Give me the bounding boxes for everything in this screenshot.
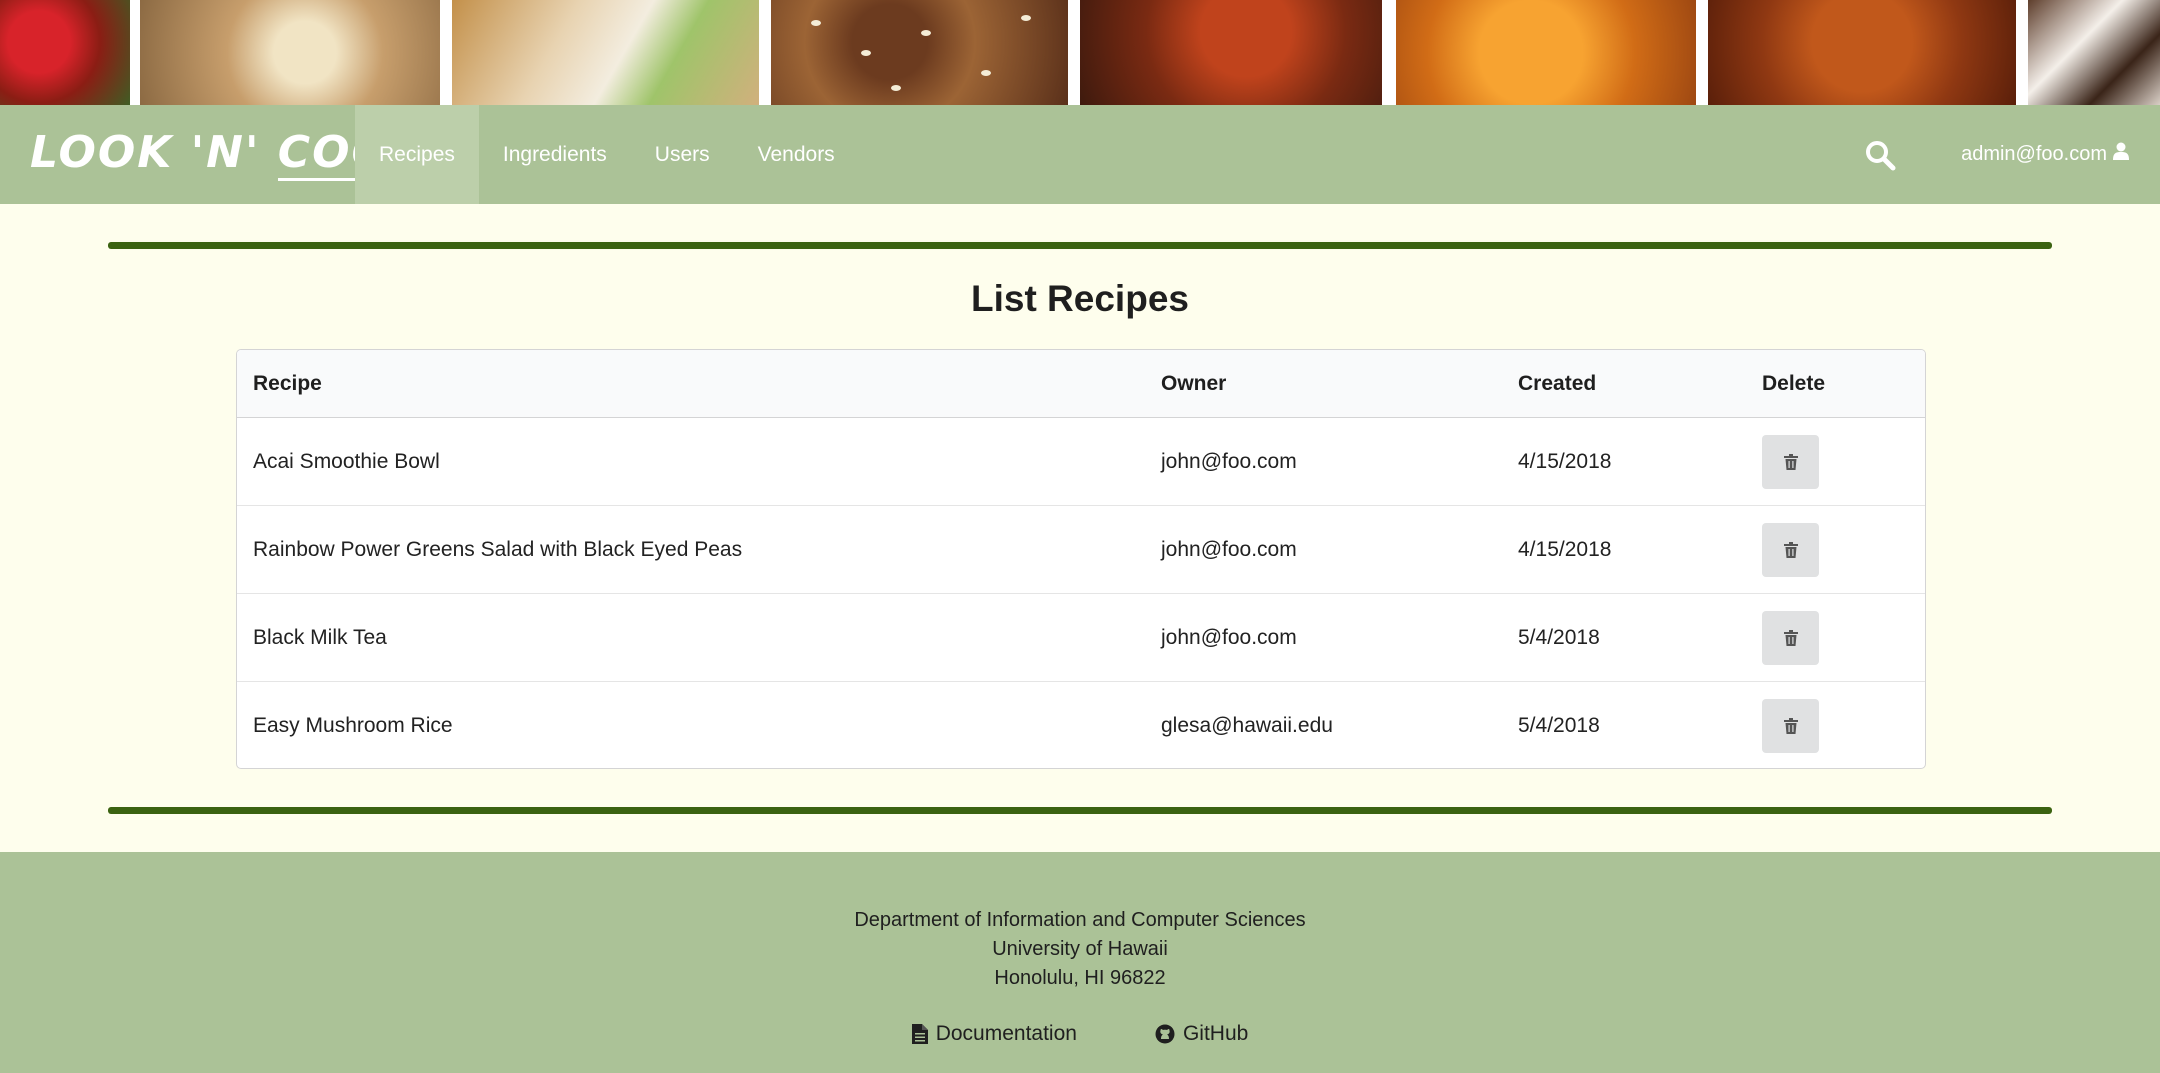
top-navbar: LOOK 'N' COOK Recipes Ingredients Users … [0, 105, 2160, 204]
divider-bottom [108, 807, 2052, 814]
table-row: Easy Mushroom Rice glesa@hawaii.edu 5/4/… [237, 682, 1925, 769]
table-row: Black Milk Tea john@foo.com 5/4/2018 [237, 593, 1925, 682]
footer-city: Honolulu, HI 96822 [994, 967, 1166, 989]
nav-ingredients[interactable]: Ingredients [479, 105, 631, 204]
user-email: admin@foo.com [1961, 143, 2107, 165]
table-row: Acai Smoothie Bowl john@foo.com 4/15/201… [237, 417, 1925, 506]
column-header-created: Created [1502, 350, 1746, 418]
column-header-owner: Owner [1145, 350, 1502, 418]
nav-recipes[interactable]: Recipes [355, 105, 479, 204]
banner-image-salad [452, 0, 759, 105]
banner-image-hazelnut [1080, 0, 1382, 105]
divider-top [108, 242, 2052, 249]
trash-icon [1783, 453, 1798, 470]
column-header-delete: Delete [1746, 350, 1925, 418]
recipe-created: 5/4/2018 [1518, 713, 1600, 737]
github-link[interactable]: GitHub [1155, 1022, 1248, 1046]
recipe-created: 4/15/2018 [1502, 417, 1746, 506]
recipes-table: Recipe Owner Created Delete Acai Smoothi… [236, 349, 1926, 769]
logo-text-look: LOOK [30, 127, 191, 178]
file-text-icon [911, 1024, 928, 1044]
recipe-owner: john@foo.com [1145, 593, 1502, 682]
recipe-name: Rainbow Power Greens Salad with Black Ey… [237, 505, 1145, 594]
footer-department: Department of Information and Computer S… [854, 909, 1306, 931]
delete-cell [1746, 417, 1925, 506]
main-nav: Recipes Ingredients Users Vendors [355, 105, 859, 204]
recipe-owner: john@foo.com [1145, 505, 1502, 594]
delete-button[interactable] [1762, 522, 1819, 577]
documentation-label: Documentation [935, 1022, 1077, 1045]
recipe-name: Easy Mushroom Rice [253, 713, 453, 737]
nav-users[interactable]: Users [631, 105, 734, 204]
search-icon[interactable] [1864, 139, 1896, 171]
column-header-recipe: Recipe [237, 350, 1145, 418]
banner-image-chocolate [2028, 0, 2160, 105]
nav-vendors[interactable]: Vendors [734, 105, 859, 204]
table-header-row: Recipe Owner Created Delete [237, 350, 1925, 418]
delete-cell [1746, 682, 1925, 769]
footer-university: University of Hawaii [992, 938, 1168, 960]
recipe-name: Acai Smoothie Bowl [237, 417, 1145, 506]
banner-image-stew [1708, 0, 2016, 105]
banner-image-peaches [1396, 0, 1696, 105]
page-title: List Recipes [971, 278, 1189, 319]
recipe-owner: glesa@hawaii.edu [1161, 713, 1333, 737]
trash-icon [1783, 717, 1798, 734]
footer: Department of Information and Computer S… [0, 852, 2160, 1073]
brand-logo[interactable]: LOOK 'N' COOK [30, 127, 427, 187]
delete-cell [1746, 593, 1925, 682]
trash-icon [1783, 541, 1798, 558]
banner-image-strawberries [0, 0, 130, 105]
github-label: GitHub [1182, 1022, 1249, 1045]
user-menu[interactable]: admin@foo.com [1961, 105, 2129, 204]
user-icon [2113, 105, 2129, 204]
recipe-owner: john@foo.com [1145, 417, 1502, 506]
recipe-created: 5/4/2018 [1502, 593, 1746, 682]
footer-links: Documentation GitHub [0, 1022, 2160, 1046]
footer-address: Department of Information and Computer S… [0, 852, 2160, 993]
table-row: Rainbow Power Greens Salad with Black Ey… [237, 505, 1925, 594]
food-banner [0, 0, 2160, 105]
delete-button[interactable] [1762, 434, 1819, 489]
trash-icon [1783, 629, 1798, 646]
documentation-link[interactable]: Documentation [911, 1022, 1077, 1046]
delete-cell [1746, 505, 1925, 594]
delete-button[interactable] [1762, 698, 1819, 753]
github-icon [1155, 1024, 1175, 1044]
delete-button[interactable] [1762, 610, 1819, 665]
logo-text-n: 'N' [190, 127, 261, 178]
recipe-created: 4/15/2018 [1502, 505, 1746, 594]
banner-image-oats [140, 0, 440, 105]
banner-image-granola [771, 0, 1068, 105]
recipe-name: Black Milk Tea [237, 593, 1145, 682]
